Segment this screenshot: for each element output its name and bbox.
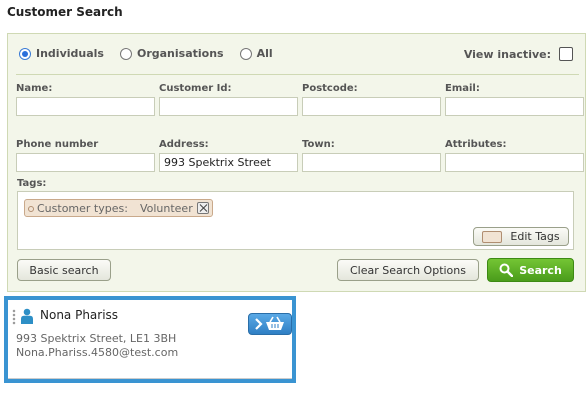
remove-tag-icon[interactable]: [196, 202, 209, 214]
customer-email: Nona.Phariss.4580@test.com: [16, 346, 179, 359]
search-icon: [499, 263, 514, 277]
town-input[interactable]: [302, 153, 441, 172]
attributes-label: Attributes:: [445, 139, 507, 150]
attributes-input[interactable]: [445, 153, 584, 172]
basket-icon: [255, 316, 284, 330]
search-type-group: Individuals Organisations All: [19, 47, 289, 60]
radio-button-icon[interactable]: [239, 47, 252, 60]
radio-all[interactable]: All: [239, 47, 273, 60]
town-label: Town:: [302, 139, 335, 150]
postcode-label: Postcode:: [302, 83, 358, 94]
radio-label: All: [256, 47, 273, 60]
name-label: Name:: [16, 83, 53, 94]
radio-label: Individuals: [36, 47, 104, 60]
email-label: Email:: [445, 83, 480, 94]
basic-search-button[interactable]: Basic search: [17, 259, 111, 281]
address-label: Address:: [159, 139, 209, 150]
search-button-label: Search: [519, 263, 562, 277]
phone-input[interactable]: [16, 153, 155, 172]
customer-id-input[interactable]: [159, 97, 298, 116]
customer-id-label: Customer Id:: [159, 83, 232, 94]
radio-label: Organisations: [136, 47, 224, 60]
radio-button-icon[interactable]: [119, 47, 132, 60]
tags-label: Tags:: [17, 178, 47, 189]
customer-result-card[interactable]: Nona Phariss 993 Spektrix Street, LE1 3B…: [4, 296, 296, 383]
radio-button-selected-icon[interactable]: [19, 47, 31, 60]
name-input[interactable]: [16, 97, 155, 116]
tag-value: Volunteer: [139, 201, 193, 215]
radio-organisations[interactable]: Organisations: [119, 47, 224, 60]
divider: [16, 74, 579, 75]
result-card-body: Nona Phariss 993 Spektrix Street, LE1 3B…: [8, 300, 292, 379]
phone-label: Phone number: [16, 139, 99, 150]
edit-tags-button[interactable]: Edit Tags: [473, 227, 569, 246]
email-input[interactable]: [445, 97, 584, 116]
drag-handle-icon[interactable]: [12, 309, 16, 325]
view-inactive-control: View inactive:: [464, 47, 573, 61]
view-inactive-label: View inactive:: [463, 47, 551, 61]
clear-search-button[interactable]: Clear Search Options: [337, 259, 479, 281]
tag-key: Customer types:: [37, 201, 128, 215]
radio-individuals[interactable]: Individuals: [19, 47, 104, 60]
tag-chip: Customer types: Volunteer: [24, 199, 213, 217]
edit-tags-label: Edit Tags: [510, 230, 560, 243]
person-icon: [21, 308, 33, 324]
page-title: Customer Search: [7, 5, 123, 19]
search-panel: Individuals Organisations All View inact…: [7, 33, 586, 292]
search-button[interactable]: Search: [487, 258, 574, 282]
add-to-basket-button[interactable]: [248, 313, 292, 335]
tag-icon: [482, 230, 503, 243]
customer-name[interactable]: Nona Phariss: [40, 308, 118, 322]
postcode-input[interactable]: [302, 97, 441, 116]
address-input[interactable]: 993 Spektrix Street: [159, 153, 298, 172]
customer-address: 993 Spektrix Street, LE1 3BH: [16, 332, 177, 345]
view-inactive-checkbox[interactable]: [559, 47, 573, 61]
